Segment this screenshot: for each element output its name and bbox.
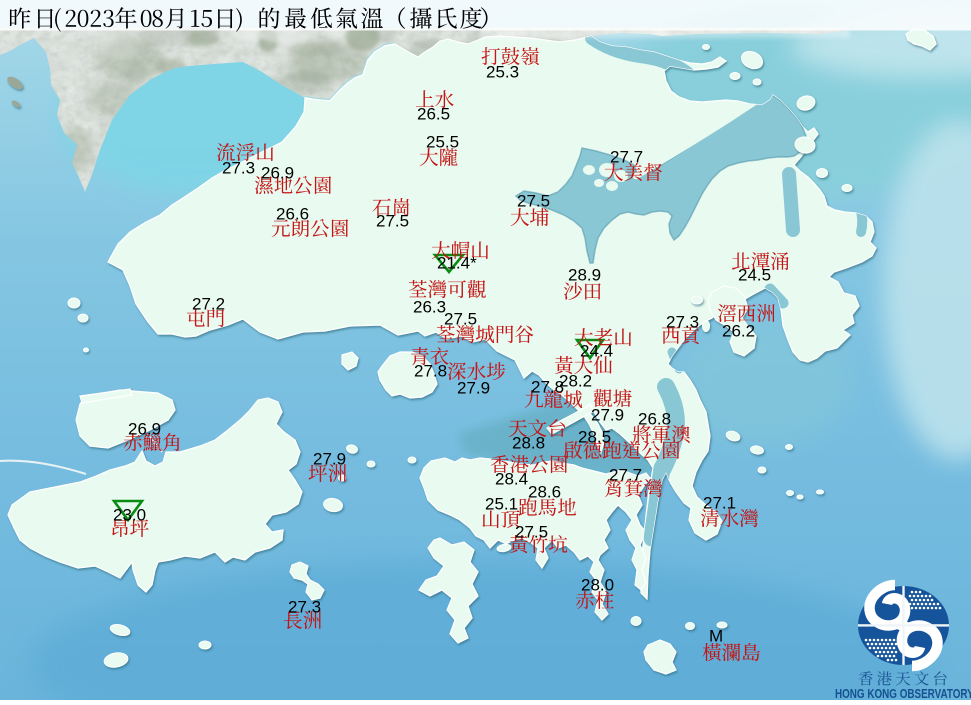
svg-text:27.3: 27.3: [222, 158, 255, 177]
svg-text:26.3: 26.3: [413, 297, 446, 316]
svg-text:27.1: 27.1: [703, 493, 736, 512]
svg-text:27.7: 27.7: [610, 147, 643, 166]
svg-text:27.8: 27.8: [531, 377, 564, 396]
svg-text:26.2: 26.2: [722, 321, 755, 340]
svg-text:21.4*: 21.4*: [437, 253, 477, 272]
svg-text:27.7: 27.7: [609, 465, 642, 484]
svg-text:27.3: 27.3: [288, 597, 321, 616]
svg-text:28.6: 28.6: [528, 482, 561, 501]
svg-text:27.9: 27.9: [313, 449, 346, 468]
svg-text:27.8: 27.8: [414, 361, 447, 380]
svg-text:26.9: 26.9: [261, 163, 294, 182]
svg-text:28.4: 28.4: [495, 469, 528, 488]
svg-text:27.9: 27.9: [457, 378, 490, 397]
svg-text:26.8: 26.8: [638, 409, 671, 428]
svg-text:23.0: 23.0: [113, 505, 146, 524]
svg-text:28.8: 28.8: [512, 433, 545, 452]
svg-text:24.4: 24.4: [580, 341, 613, 360]
svg-text:25.5: 25.5: [426, 132, 459, 151]
svg-text:HONG KONG OBSERVATORY: HONG KONG OBSERVATORY: [835, 688, 971, 700]
svg-text:M: M: [709, 626, 723, 645]
svg-text:25.1: 25.1: [485, 494, 518, 513]
svg-text:27.9: 27.9: [591, 405, 624, 424]
svg-text:27.2: 27.2: [192, 294, 225, 313]
svg-text:27.5: 27.5: [515, 522, 548, 541]
svg-text:26.9: 26.9: [128, 419, 161, 438]
svg-text:27.5: 27.5: [444, 309, 477, 328]
svg-text:28.5: 28.5: [578, 427, 611, 446]
svg-text:27.3: 27.3: [666, 312, 699, 331]
svg-text:27.5: 27.5: [376, 211, 409, 230]
svg-text:28.9: 28.9: [568, 265, 601, 284]
svg-text:28.0: 28.0: [581, 575, 614, 594]
svg-text:25.3: 25.3: [486, 62, 519, 81]
svg-text:26.6: 26.6: [276, 204, 309, 223]
svg-text:27.5: 27.5: [517, 191, 550, 210]
svg-text:24.5: 24.5: [738, 265, 771, 284]
svg-text:26.5: 26.5: [417, 104, 450, 123]
